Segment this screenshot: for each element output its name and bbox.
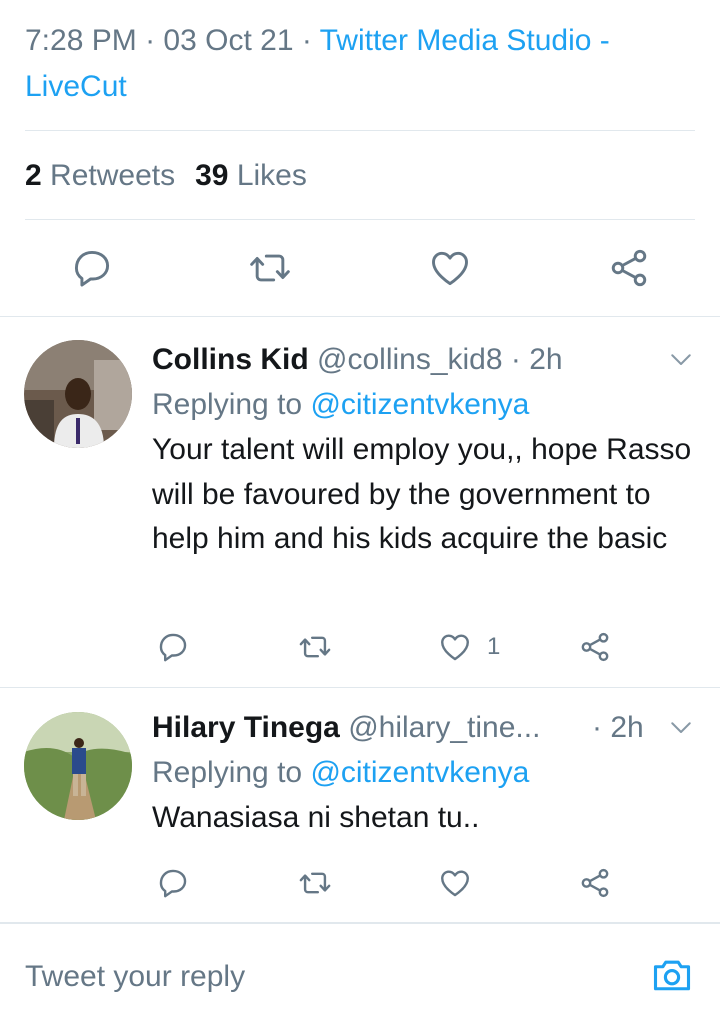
replying-to: Replying to @citizentvkenya: [152, 751, 529, 795]
retweet-count: 2: [25, 159, 42, 192]
reply-time: · 2h: [592, 711, 644, 744]
replying-to-label: Replying to: [152, 388, 303, 421]
mention-link[interactable]: @citizentvkenya: [310, 388, 529, 421]
chevron-down-icon[interactable]: [666, 712, 696, 742]
composer-divider: [0, 922, 720, 924]
meta-separator: ·: [145, 24, 156, 57]
share-icon[interactable]: [578, 866, 612, 900]
replying-to: Replying to @citizentvkenya: [152, 383, 529, 427]
tweet-stats: 2 Retweets 39 Likes: [25, 156, 307, 196]
reply-icon[interactable]: [70, 246, 114, 290]
reply-author-name[interactable]: Collins Kid: [152, 343, 309, 376]
tweet-time: 7:28 PM: [25, 24, 137, 57]
heart-icon[interactable]: [438, 866, 472, 900]
reply-input[interactable]: Tweet your reply: [25, 955, 245, 999]
reply-time: · 2h: [510, 343, 563, 376]
reply-header: Collins Kid @collins_kid8 · 2h: [152, 338, 652, 382]
reply-icon[interactable]: [156, 866, 190, 900]
share-icon[interactable]: [607, 246, 651, 290]
avatar[interactable]: [24, 340, 132, 448]
chevron-down-icon[interactable]: [666, 344, 696, 374]
reply-author-handle[interactable]: @hilary_tine...: [348, 711, 540, 744]
like-count: 39: [195, 159, 229, 192]
tweet-date: 03 Oct 21: [163, 24, 294, 57]
reply-like-count: 1: [487, 633, 501, 660]
replying-to-label: Replying to: [152, 756, 303, 789]
reply-action-bar: 1: [0, 630, 720, 666]
reply-author-name[interactable]: Hilary Tinega: [152, 711, 340, 744]
reply-author-handle[interactable]: @collins_kid8: [317, 343, 503, 376]
divider: [25, 130, 695, 131]
heart-icon[interactable]: [438, 630, 472, 664]
reply-text: Wanasiasa ni shetan tu..: [152, 801, 480, 834]
divider: [0, 687, 720, 688]
camera-icon[interactable]: [650, 953, 694, 997]
meta-separator: ·: [301, 24, 312, 57]
retweet-icon[interactable]: [298, 866, 332, 900]
avatar[interactable]: [24, 712, 132, 820]
reply-text: Your talent will employ you,, hope Rasso…: [152, 433, 692, 555]
retweet-icon[interactable]: [248, 246, 292, 290]
likes-stat[interactable]: 39 Likes: [195, 159, 307, 192]
retweet-icon[interactable]: [298, 630, 332, 664]
divider: [0, 316, 720, 317]
reply-icon[interactable]: [156, 630, 190, 664]
share-icon[interactable]: [578, 630, 612, 664]
mention-link[interactable]: @citizentvkenya: [310, 756, 529, 789]
reply-header: Hilary Tinega @hilary_tine...: [152, 706, 652, 750]
retweet-label: Retweets: [50, 159, 176, 192]
tweet-detail-page: 7:28 PM · 03 Oct 21 · Twitter Media Stud…: [0, 0, 720, 1010]
heart-icon[interactable]: [428, 246, 472, 290]
divider: [25, 219, 695, 220]
like-label: Likes: [236, 159, 307, 192]
reply-action-bar: [0, 866, 720, 902]
tweet-timestamp: 7:28 PM · 03 Oct 21 · Twitter Media Stud…: [25, 18, 705, 110]
retweets-stat[interactable]: 2 Retweets: [25, 159, 175, 192]
tweet-action-bar: [0, 246, 720, 290]
